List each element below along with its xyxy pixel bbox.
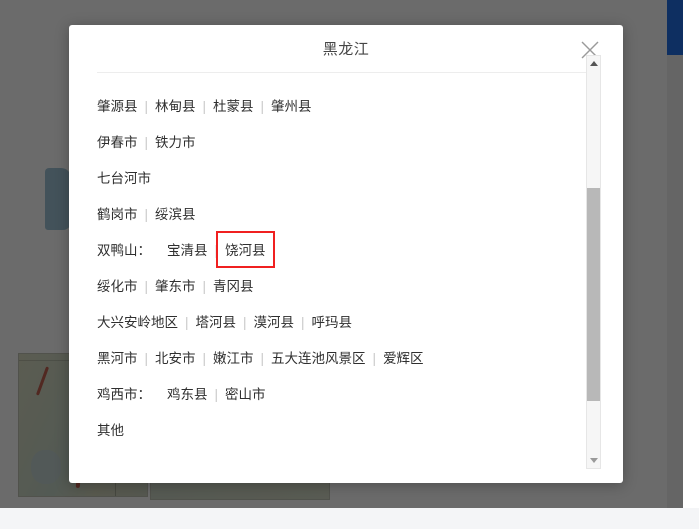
region-row: 其他 xyxy=(97,413,597,449)
dialog-header: 黑龙江 xyxy=(69,25,623,72)
region-item[interactable]: 漠河县 xyxy=(254,315,295,330)
region-separator: | xyxy=(144,207,149,222)
region-picker-dialog: 黑龙江 肇源县 | 林甸县 | 杜蒙县 | 肇州县伊春市 | 铁力市七台河市鹤岗市 | 绥滨县双鸭山… xyxy=(69,25,623,483)
region-row: 伊春市 | 铁力市 xyxy=(97,125,597,161)
region-separator: | xyxy=(185,315,189,330)
region-item[interactable]: 鹤岗市 xyxy=(97,207,138,222)
region-separator: | xyxy=(144,99,149,114)
region-separator: | xyxy=(144,135,149,150)
region-item[interactable]: 七台河市 xyxy=(97,171,151,186)
region-item[interactable]: 鸡东县 xyxy=(167,387,208,402)
region-item[interactable]: 塔河县 xyxy=(196,315,237,330)
region-separator: | xyxy=(260,351,265,366)
dialog-title: 黑龙江 xyxy=(322,41,370,58)
region-list-scroll-area[interactable]: 肇源县 | 林甸县 | 杜蒙县 | 肇州县伊春市 | 铁力市七台河市鹤岗市 | 绥滨县双鸭山： 宝清县… xyxy=(69,89,623,469)
page-footer-strip xyxy=(0,508,699,529)
region-item[interactable]: 北安市 xyxy=(155,351,196,366)
region-row: 大兴安岭地区 | 塔河县 | 漠河县 | 呼玛县 xyxy=(97,305,597,341)
region-item[interactable]: 肇州县 xyxy=(271,99,312,114)
region-item[interactable]: 伊春市 xyxy=(97,135,138,150)
region-item[interactable]: 密山市 xyxy=(225,387,266,402)
dialog-scrollbar-thumb[interactable] xyxy=(587,188,600,401)
region-row: 肇源县 | 林甸县 | 杜蒙县 | 肇州县 xyxy=(97,89,597,125)
region-row: 黑河市 | 北安市 | 嫩江市 | 五大连池风景区 | 爱辉区 xyxy=(97,341,597,377)
dialog-scrollbar-track[interactable] xyxy=(586,55,601,469)
region-group-label: 双鸭山： xyxy=(97,243,151,258)
region-separator: | xyxy=(202,99,207,114)
region-item-highlighted[interactable]: 饶河县 xyxy=(225,243,266,258)
region-separator: | xyxy=(202,279,207,294)
region-item[interactable]: 杜蒙县 xyxy=(213,99,254,114)
region-item[interactable]: 铁力市 xyxy=(155,135,196,150)
region-row: 鸡西市： 鸡东县 | 密山市 xyxy=(97,377,597,413)
region-item[interactable]: 林甸县 xyxy=(155,99,196,114)
region-row: 双鸭山： 宝清县 | 饶河县 xyxy=(97,233,597,269)
region-item[interactable]: 大兴安岭地区 xyxy=(97,315,178,330)
region-item[interactable]: 绥化市 xyxy=(97,279,138,294)
region-item[interactable]: 呼玛县 xyxy=(312,315,353,330)
region-separator: | xyxy=(301,315,305,330)
region-item[interactable]: 宝清县 xyxy=(167,243,208,258)
region-item[interactable]: 肇东市 xyxy=(155,279,196,294)
region-separator: | xyxy=(144,279,149,294)
region-separator: | xyxy=(144,351,149,366)
region-group-label: 鸡西市： xyxy=(97,387,151,402)
region-item[interactable]: 青冈县 xyxy=(213,279,254,294)
region-item[interactable]: 爱辉区 xyxy=(383,351,424,366)
region-item[interactable]: 其他 xyxy=(97,423,124,438)
header-divider xyxy=(97,72,595,73)
region-item[interactable]: 五大连池风景区 xyxy=(271,351,366,366)
scroll-down-arrow-icon[interactable] xyxy=(587,454,600,467)
region-item[interactable]: 肇源县 xyxy=(97,99,138,114)
region-row: 七台河市 xyxy=(97,161,597,197)
region-separator: | xyxy=(372,351,377,366)
scroll-up-arrow-icon[interactable] xyxy=(587,57,600,70)
region-separator: | xyxy=(202,351,207,366)
region-row: 鹤岗市 | 绥滨县 xyxy=(97,197,597,233)
region-list: 肇源县 | 林甸县 | 杜蒙县 | 肇州县伊春市 | 铁力市七台河市鹤岗市 | 绥滨县双鸭山： 宝清县… xyxy=(97,89,597,449)
region-separator: | xyxy=(214,243,219,258)
region-item[interactable]: 黑河市 xyxy=(97,351,138,366)
region-separator: | xyxy=(214,387,219,402)
region-item[interactable]: 绥滨县 xyxy=(155,207,196,222)
region-separator: | xyxy=(243,315,247,330)
region-separator: | xyxy=(260,99,265,114)
region-item[interactable]: 嫩江市 xyxy=(213,351,254,366)
region-row: 绥化市 | 肇东市 | 青冈县 xyxy=(97,269,597,305)
